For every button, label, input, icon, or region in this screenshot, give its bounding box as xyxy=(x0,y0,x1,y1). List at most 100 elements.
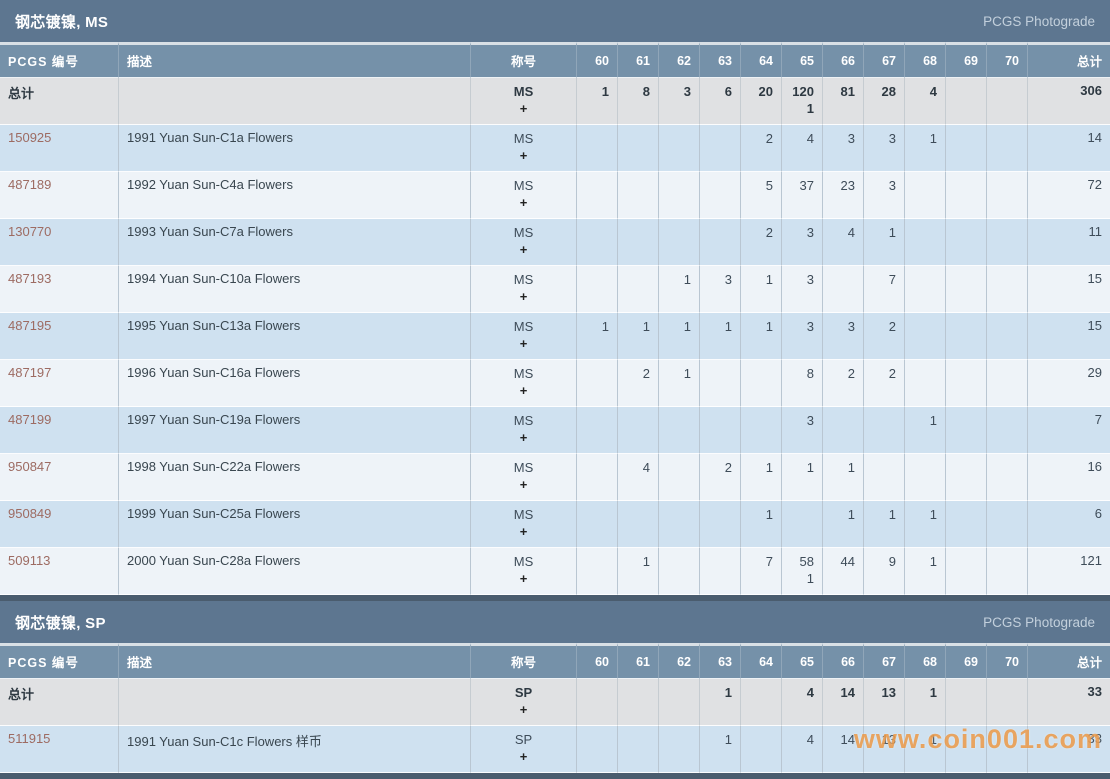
coin-description-cell: 1998 Yuan Sun-C22a Flowers xyxy=(118,454,470,501)
grade-count-cell xyxy=(699,125,740,172)
grade-count-cell xyxy=(617,125,658,172)
photograde-link[interactable]: PCGS Photograde xyxy=(983,615,1095,630)
grade-count xyxy=(585,177,609,194)
designation-label: MS xyxy=(479,506,568,523)
column-header-grade-70: 70 xyxy=(986,643,1027,679)
plus-designation-label: + xyxy=(479,335,568,352)
grade-count-cell: 3 xyxy=(781,407,822,454)
grade-count-cell: 1 xyxy=(863,501,904,548)
grade-count-cell xyxy=(699,360,740,407)
grade-count-cell xyxy=(658,407,699,454)
grade-count-cell xyxy=(576,266,617,313)
column-header-grade-66: 66 xyxy=(822,42,863,78)
pcgs-number-link[interactable]: 511915 xyxy=(8,731,50,746)
pcgs-number-link[interactable]: 487197 xyxy=(8,365,51,380)
grade-count-cell: 1 xyxy=(822,501,863,548)
grade-count xyxy=(708,224,732,241)
grade-count xyxy=(585,506,609,523)
grade-count xyxy=(954,177,978,194)
grade-count-cell xyxy=(822,407,863,454)
grade-count-cell: 1 xyxy=(658,360,699,407)
grade-count-cell: 1 xyxy=(904,407,945,454)
designation-label: MS xyxy=(479,459,568,476)
column-header-grade-69: 69 xyxy=(945,42,986,78)
grade-count: 1 xyxy=(585,318,609,335)
plus-designation-label: + xyxy=(479,288,568,305)
plus-designation-label: + xyxy=(479,429,568,446)
pcgs-number-link[interactable]: 130770 xyxy=(8,224,51,239)
pcgs-number-cell: 487197 xyxy=(0,360,118,407)
grade-count-cell xyxy=(658,125,699,172)
grade-count: 3 xyxy=(872,177,896,194)
grade-count: 2 xyxy=(749,224,773,241)
grade-count xyxy=(626,731,650,748)
photograde-link[interactable]: PCGS Photograde xyxy=(983,14,1095,29)
grade-count xyxy=(913,459,937,476)
row-total-cell: 15 xyxy=(1027,266,1110,313)
table-row: 4871891992 Yuan Sun-C4a FlowersMS+ 53723… xyxy=(0,172,1110,219)
grade-count-cell: 1 xyxy=(576,78,617,125)
column-header-grade-65: 65 xyxy=(781,643,822,679)
grade-count-cell xyxy=(986,407,1027,454)
designation-cell: MS+ xyxy=(470,78,576,125)
coin-description-cell: 1993 Yuan Sun-C7a Flowers xyxy=(118,219,470,266)
grade-count: 3 xyxy=(872,130,896,147)
grade-count xyxy=(667,553,691,570)
grade-count: 1 xyxy=(913,412,937,429)
designation-label: MS xyxy=(479,83,568,100)
grade-count-cell: 2 xyxy=(617,360,658,407)
grade-count: 4 xyxy=(626,459,650,476)
pcgs-number-link[interactable]: 950847 xyxy=(8,459,51,474)
grade-count: 2 xyxy=(872,365,896,382)
grade-count xyxy=(708,130,732,147)
grade-count-cell xyxy=(658,172,699,219)
totals-row: 总计MS+183620120181284 306 xyxy=(0,78,1110,125)
grade-count xyxy=(954,130,978,147)
grade-count-cell xyxy=(986,78,1027,125)
grade-count xyxy=(708,506,732,523)
pcgs-number-link[interactable]: 509113 xyxy=(8,553,50,568)
pcgs-number-link[interactable]: 487189 xyxy=(8,177,51,192)
grade-count: 4 xyxy=(790,731,814,748)
grade-count-cell xyxy=(658,679,699,726)
grade-count: 28 xyxy=(872,83,896,100)
grade-count: 23 xyxy=(831,177,855,194)
grade-count-cell: 1 xyxy=(904,679,945,726)
grade-count: 4 xyxy=(913,83,937,100)
grade-count-cell: 7 xyxy=(740,548,781,595)
grade-count-cell: 4 xyxy=(617,454,658,501)
grade-count-cell: 4 xyxy=(781,679,822,726)
grade-count-cell: 1 xyxy=(658,266,699,313)
grade-count xyxy=(667,684,691,701)
pcgs-number-link[interactable]: 487199 xyxy=(8,412,51,427)
grade-count xyxy=(995,177,1019,194)
grade-count: 6 xyxy=(708,83,732,100)
grade-count-cell xyxy=(904,454,945,501)
plus-designation-label: + xyxy=(479,701,568,718)
grade-count xyxy=(831,412,855,429)
column-header-total: 总计 xyxy=(1027,42,1110,78)
pcgs-number-link[interactable]: 487195 xyxy=(8,318,51,333)
grade-count: 120 xyxy=(790,83,814,100)
grade-count xyxy=(667,412,691,429)
grade-count: 1 xyxy=(913,684,937,701)
grade-count xyxy=(790,506,814,523)
grade-count: 3 xyxy=(708,271,732,288)
grade-count: 1 xyxy=(667,271,691,288)
pcgs-number-link[interactable]: 487193 xyxy=(8,271,51,286)
table-header: PCGS 编号描述称号6061626364656667686970总计 xyxy=(0,42,1110,78)
grade-count-cell: 1 xyxy=(617,313,658,360)
grade-count xyxy=(626,412,650,429)
column-header-designation: 称号 xyxy=(470,643,576,679)
table-row: 4871991997 Yuan Sun-C19a FlowersMS+ 3 1 … xyxy=(0,407,1110,454)
plus-designation-label: + xyxy=(479,382,568,399)
grade-count-cell: 14 xyxy=(822,679,863,726)
grade-count: 1 xyxy=(749,271,773,288)
pcgs-number-link[interactable]: 150925 xyxy=(8,130,51,145)
grade-count: 1 xyxy=(626,318,650,335)
section-title-bar: 钢芯镀镍, SP PCGS Photograde xyxy=(0,601,1110,643)
pcgs-number-link[interactable]: 950849 xyxy=(8,506,51,521)
grade-count-cell: 1 xyxy=(904,125,945,172)
grade-count-cell xyxy=(986,548,1027,595)
population-table-ms: PCGS 编号描述称号6061626364656667686970总计 总计 MS… xyxy=(0,42,1110,595)
